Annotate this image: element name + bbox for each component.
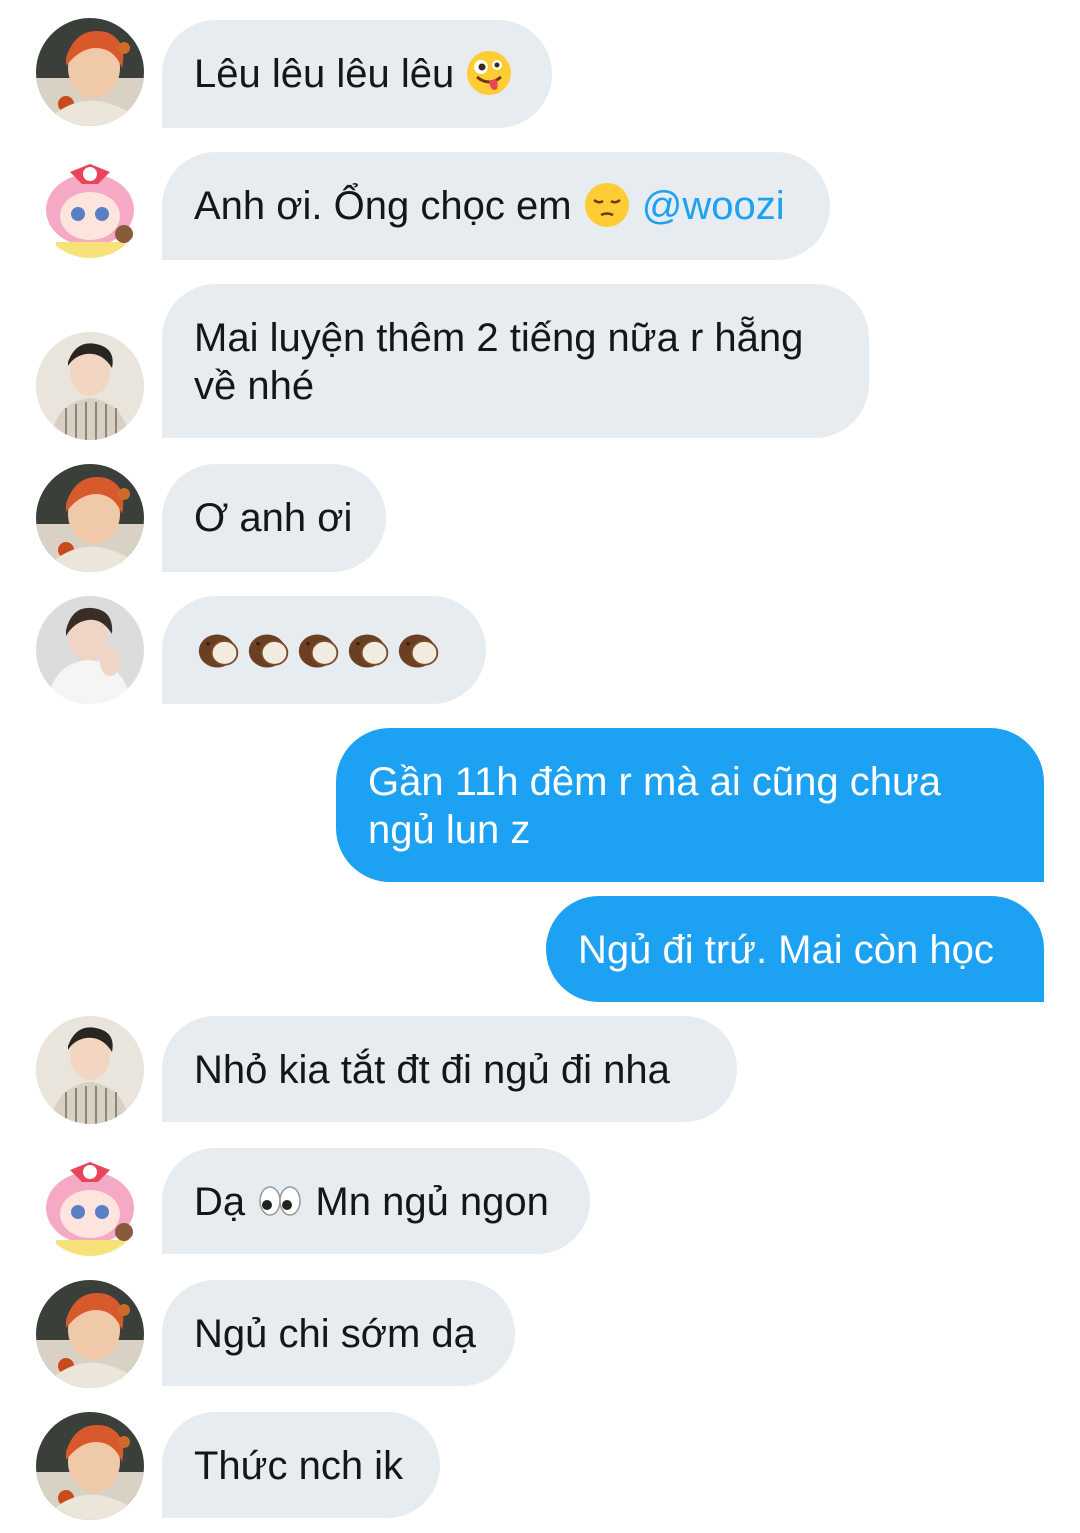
avatar[interactable] xyxy=(36,1412,144,1520)
message-bubble[interactable]: Anh ơi. Ổng chọc em @woozi xyxy=(162,152,830,260)
avatar[interactable] xyxy=(36,1280,144,1388)
avatar[interactable] xyxy=(36,150,144,258)
avatar-red-hair-image xyxy=(36,1412,144,1520)
message-row: Dạ Mn ngủ ngon xyxy=(0,1148,1080,1256)
zany-face-emoji-icon xyxy=(465,49,513,97)
avatar[interactable] xyxy=(36,332,144,440)
message-text-line: ngủ lun z xyxy=(368,808,531,852)
coconut-emoji-icon xyxy=(244,629,294,673)
message-bubble[interactable]: Ngủ chi sớm dạ xyxy=(162,1280,515,1386)
message-row: Gần 11h đêm r mà ai cũng chưa ngủ lun z xyxy=(0,728,1080,884)
message-text: Nhỏ kia tắt đt đi ngủ đi nha xyxy=(194,1048,670,1092)
message-row: Lêu lêu lêu lêu xyxy=(0,18,1080,128)
message-text: Mn ngủ ngon xyxy=(315,1180,549,1224)
message-text-line: Mai luyện thêm 2 tiếng nữa r hẵng xyxy=(194,316,804,360)
message-text: Dạ xyxy=(194,1180,246,1224)
message-bubble[interactable]: Dạ Mn ngủ ngon xyxy=(162,1148,590,1254)
avatar-red-hair-image xyxy=(36,18,144,126)
avatar-white-shirt-image xyxy=(36,596,144,704)
message-text: Lêu lêu lêu lêu xyxy=(194,52,455,96)
outgoing-message-bubble[interactable]: Gần 11h đêm r mà ai cũng chưa ngủ lun z xyxy=(336,728,1044,882)
avatar[interactable] xyxy=(36,1148,144,1256)
message-text: Ngủ chi sớm dạ xyxy=(194,1312,476,1356)
message-row xyxy=(0,596,1080,704)
avatar-red-hair-image xyxy=(36,1280,144,1388)
avatar-pink-anime-image xyxy=(36,1148,144,1256)
message-bubble[interactable]: Nhỏ kia tắt đt đi ngủ đi nha xyxy=(162,1016,737,1122)
message-bubble[interactable]: Lêu lêu lêu lêu xyxy=(162,20,552,128)
message-text: Anh ơi. Ổng chọc em xyxy=(194,184,572,228)
message-bubble[interactable]: Mai luyện thêm 2 tiếng nữa r hẵng về nhé xyxy=(162,284,869,438)
avatar-red-hair-image xyxy=(36,464,144,572)
avatar[interactable] xyxy=(36,1016,144,1124)
message-row: Anh ơi. Ổng chọc em @woozi xyxy=(0,150,1080,260)
pensive-face-emoji-icon xyxy=(583,181,631,229)
message-text: Thức nch ik xyxy=(194,1444,404,1488)
coconut-emoji-icon xyxy=(394,629,444,673)
avatar[interactable] xyxy=(36,596,144,704)
avatar-pink-anime-image xyxy=(36,150,144,258)
message-text: Ơ anh ơi xyxy=(194,496,353,540)
coconut-emoji-icon xyxy=(194,629,244,673)
message-bubble[interactable]: Thức nch ik xyxy=(162,1412,440,1518)
message-text-line: về nhé xyxy=(194,364,315,408)
message-row: Thức nch ik xyxy=(0,1412,1080,1520)
mention-link[interactable]: @woozi xyxy=(642,184,785,228)
coconut-emoji-icon xyxy=(344,629,394,673)
coconut-emoji-icon xyxy=(294,629,344,673)
eyes-emoji-icon xyxy=(256,1177,304,1225)
avatar-striped-shirt-image xyxy=(36,1016,144,1124)
avatar[interactable] xyxy=(36,464,144,572)
message-bubble[interactable] xyxy=(162,596,486,704)
message-text: Ngủ đi trứ. Mai còn học xyxy=(578,928,994,972)
message-bubble[interactable]: Ơ anh ơi xyxy=(162,464,386,572)
message-text-line: Gần 11h đêm r mà ai cũng chưa xyxy=(368,760,942,804)
message-row: Mai luyện thêm 2 tiếng nữa r hẵng về nhé xyxy=(0,284,1080,440)
message-row: Ơ anh ơi xyxy=(0,464,1080,572)
message-row: Nhỏ kia tắt đt đi ngủ đi nha xyxy=(0,1016,1080,1124)
outgoing-message-bubble[interactable]: Ngủ đi trứ. Mai còn học xyxy=(546,896,1044,1002)
avatar[interactable] xyxy=(36,18,144,126)
message-row: Ngủ chi sớm dạ xyxy=(0,1280,1080,1388)
message-row: Ngủ đi trứ. Mai còn học xyxy=(0,896,1080,1004)
avatar-striped-shirt-image xyxy=(36,332,144,440)
